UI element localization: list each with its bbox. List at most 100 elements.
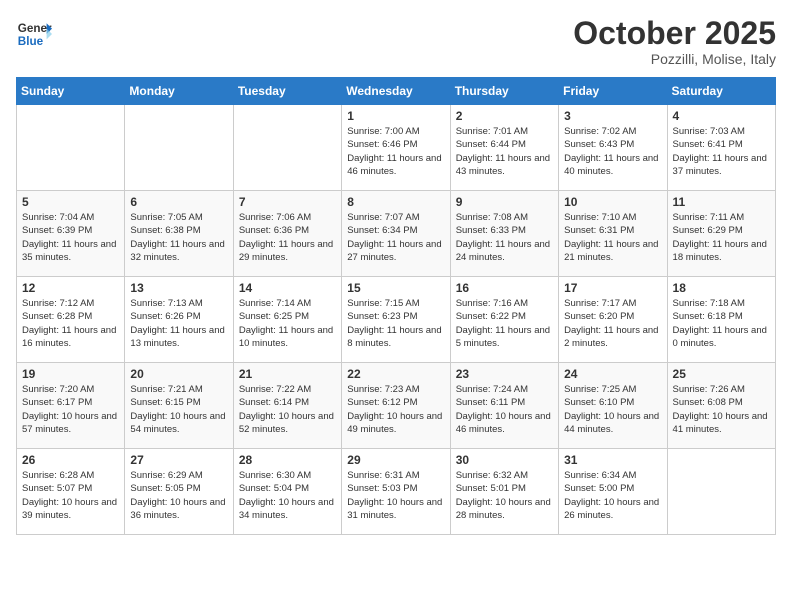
day-number: 8 xyxy=(347,195,444,209)
day-number: 14 xyxy=(239,281,336,295)
day-number: 7 xyxy=(239,195,336,209)
calendar-day: 19 Sunrise: 7:20 AM Sunset: 6:17 PM Dayli… xyxy=(17,363,125,449)
day-number: 23 xyxy=(456,367,553,381)
col-tuesday: Tuesday xyxy=(233,78,341,105)
day-number: 9 xyxy=(456,195,553,209)
day-info: Sunrise: 7:20 AM Sunset: 6:17 PM Dayligh… xyxy=(22,383,119,436)
month-title: October 2025 xyxy=(573,16,776,51)
day-info: Sunrise: 7:16 AM Sunset: 6:22 PM Dayligh… xyxy=(456,297,553,350)
day-number: 15 xyxy=(347,281,444,295)
day-number: 2 xyxy=(456,109,553,123)
calendar-day: 4 Sunrise: 7:03 AM Sunset: 6:41 PM Daylig… xyxy=(667,105,775,191)
day-number: 11 xyxy=(673,195,770,209)
calendar-day: 23 Sunrise: 7:24 AM Sunset: 6:11 PM Dayli… xyxy=(450,363,558,449)
calendar-day: 6Sunrise: 7:05 AM Sunset: 6:38 PM Daylig… xyxy=(125,191,233,277)
day-info: Sunrise: 7:01 AM Sunset: 6:44 PM Dayligh… xyxy=(456,125,553,178)
calendar-day: 13 Sunrise: 7:13 AM Sunset: 6:26 PM Dayli… xyxy=(125,277,233,363)
day-number: 13 xyxy=(130,281,227,295)
svg-text:Blue: Blue xyxy=(18,35,44,48)
calendar-day: 30 Sunrise: 6:32 AM Sunset: 5:01 PM Dayli… xyxy=(450,449,558,535)
day-number: 3 xyxy=(564,109,661,123)
calendar-day xyxy=(17,105,125,191)
day-number: 5 xyxy=(22,195,119,209)
day-number: 22 xyxy=(347,367,444,381)
day-info: Sunrise: 7:17 AM Sunset: 6:20 PM Dayligh… xyxy=(564,297,661,350)
day-number: 25 xyxy=(673,367,770,381)
col-monday: Monday xyxy=(125,78,233,105)
day-number: 12 xyxy=(22,281,119,295)
day-number: 1 xyxy=(347,109,444,123)
day-number: 26 xyxy=(22,453,119,467)
calendar-day: 26 Sunrise: 6:28 AM Sunset: 5:07 PM Dayli… xyxy=(17,449,125,535)
day-info: Sunrise: 7:03 AM Sunset: 6:41 PM Dayligh… xyxy=(673,125,770,178)
day-number: 21 xyxy=(239,367,336,381)
day-info: Sunrise: 7:13 AM Sunset: 6:26 PM Dayligh… xyxy=(130,297,227,350)
day-number: 18 xyxy=(673,281,770,295)
calendar-day: 22 Sunrise: 7:23 AM Sunset: 6:12 PM Dayli… xyxy=(342,363,450,449)
calendar-day: 10Sunrise: 7:10 AM Sunset: 6:31 PM Dayli… xyxy=(559,191,667,277)
day-number: 31 xyxy=(564,453,661,467)
day-number: 17 xyxy=(564,281,661,295)
day-info: Sunrise: 7:24 AM Sunset: 6:11 PM Dayligh… xyxy=(456,383,553,436)
calendar-week-5: 26 Sunrise: 6:28 AM Sunset: 5:07 PM Dayli… xyxy=(17,449,776,535)
calendar-day: 1 Sunrise: 7:00 AM Sunset: 6:46 PM Daylig… xyxy=(342,105,450,191)
calendar-day: 15 Sunrise: 7:15 AM Sunset: 6:23 PM Dayli… xyxy=(342,277,450,363)
calendar-day: 31 Sunrise: 6:34 AM Sunset: 5:00 PM Dayli… xyxy=(559,449,667,535)
calendar-day: 2 Sunrise: 7:01 AM Sunset: 6:44 PM Daylig… xyxy=(450,105,558,191)
calendar-day: 27 Sunrise: 6:29 AM Sunset: 5:05 PM Dayli… xyxy=(125,449,233,535)
calendar-day: 20Sunrise: 7:21 AM Sunset: 6:15 PM Dayli… xyxy=(125,363,233,449)
calendar-day xyxy=(233,105,341,191)
day-number: 24 xyxy=(564,367,661,381)
day-info: Sunrise: 7:04 AM Sunset: 6:39 PM Dayligh… xyxy=(22,211,119,264)
day-number: 28 xyxy=(239,453,336,467)
day-info: Sunrise: 7:18 AM Sunset: 6:18 PM Dayligh… xyxy=(673,297,770,350)
col-sunday: Sunday xyxy=(17,78,125,105)
day-info: Sunrise: 7:15 AM Sunset: 6:23 PM Dayligh… xyxy=(347,297,444,350)
calendar-week-2: 5 Sunrise: 7:04 AM Sunset: 6:39 PM Daylig… xyxy=(17,191,776,277)
calendar-day xyxy=(667,449,775,535)
day-info: Sunrise: 7:00 AM Sunset: 6:46 PM Dayligh… xyxy=(347,125,444,178)
day-info: Sunrise: 6:29 AM Sunset: 5:05 PM Dayligh… xyxy=(130,469,227,522)
day-info: Sunrise: 6:31 AM Sunset: 5:03 PM Dayligh… xyxy=(347,469,444,522)
day-info: Sunrise: 6:34 AM Sunset: 5:00 PM Dayligh… xyxy=(564,469,661,522)
col-thursday: Thursday xyxy=(450,78,558,105)
day-info: Sunrise: 7:02 AM Sunset: 6:43 PM Dayligh… xyxy=(564,125,661,178)
calendar-day: 11 Sunrise: 7:11 AM Sunset: 6:29 PM Dayli… xyxy=(667,191,775,277)
day-number: 20 xyxy=(130,367,227,381)
calendar-day: 17 Sunrise: 7:17 AM Sunset: 6:20 PM Dayli… xyxy=(559,277,667,363)
day-info: Sunrise: 7:07 AM Sunset: 6:34 PM Dayligh… xyxy=(347,211,444,264)
page-header: General Blue October 2025 Pozzilli, Moli… xyxy=(16,16,776,67)
header-row: Sunday Monday Tuesday Wednesday Thursday… xyxy=(17,78,776,105)
col-wednesday: Wednesday xyxy=(342,78,450,105)
location: Pozzilli, Molise, Italy xyxy=(573,51,776,67)
day-info: Sunrise: 6:28 AM Sunset: 5:07 PM Dayligh… xyxy=(22,469,119,522)
day-info: Sunrise: 7:11 AM Sunset: 6:29 PM Dayligh… xyxy=(673,211,770,264)
day-info: Sunrise: 7:06 AM Sunset: 6:36 PM Dayligh… xyxy=(239,211,336,264)
day-number: 30 xyxy=(456,453,553,467)
day-info: Sunrise: 6:30 AM Sunset: 5:04 PM Dayligh… xyxy=(239,469,336,522)
day-info: Sunrise: 6:32 AM Sunset: 5:01 PM Dayligh… xyxy=(456,469,553,522)
calendar-day: 12 Sunrise: 7:12 AM Sunset: 6:28 PM Dayli… xyxy=(17,277,125,363)
calendar-day: 5 Sunrise: 7:04 AM Sunset: 6:39 PM Daylig… xyxy=(17,191,125,277)
logo: General Blue xyxy=(16,16,52,52)
calendar-day: 16 Sunrise: 7:16 AM Sunset: 6:22 PM Dayli… xyxy=(450,277,558,363)
calendar-day: 21Sunrise: 7:22 AM Sunset: 6:14 PM Dayli… xyxy=(233,363,341,449)
day-number: 16 xyxy=(456,281,553,295)
day-number: 29 xyxy=(347,453,444,467)
day-info: Sunrise: 7:14 AM Sunset: 6:25 PM Dayligh… xyxy=(239,297,336,350)
day-number: 19 xyxy=(22,367,119,381)
day-info: Sunrise: 7:23 AM Sunset: 6:12 PM Dayligh… xyxy=(347,383,444,436)
day-info: Sunrise: 7:26 AM Sunset: 6:08 PM Dayligh… xyxy=(673,383,770,436)
calendar-day: 14 Sunrise: 7:14 AM Sunset: 6:25 PM Dayli… xyxy=(233,277,341,363)
day-number: 10 xyxy=(564,195,661,209)
calendar-day: 3 Sunrise: 7:02 AM Sunset: 6:43 PM Daylig… xyxy=(559,105,667,191)
calendar-day: 18 Sunrise: 7:18 AM Sunset: 6:18 PM Dayli… xyxy=(667,277,775,363)
calendar-day: 24Sunrise: 7:25 AM Sunset: 6:10 PM Dayli… xyxy=(559,363,667,449)
col-friday: Friday xyxy=(559,78,667,105)
calendar-day: 25 Sunrise: 7:26 AM Sunset: 6:08 PM Dayli… xyxy=(667,363,775,449)
day-info: Sunrise: 7:12 AM Sunset: 6:28 PM Dayligh… xyxy=(22,297,119,350)
col-saturday: Saturday xyxy=(667,78,775,105)
calendar-day: 9Sunrise: 7:08 AM Sunset: 6:33 PM Daylig… xyxy=(450,191,558,277)
day-number: 4 xyxy=(673,109,770,123)
day-number: 27 xyxy=(130,453,227,467)
